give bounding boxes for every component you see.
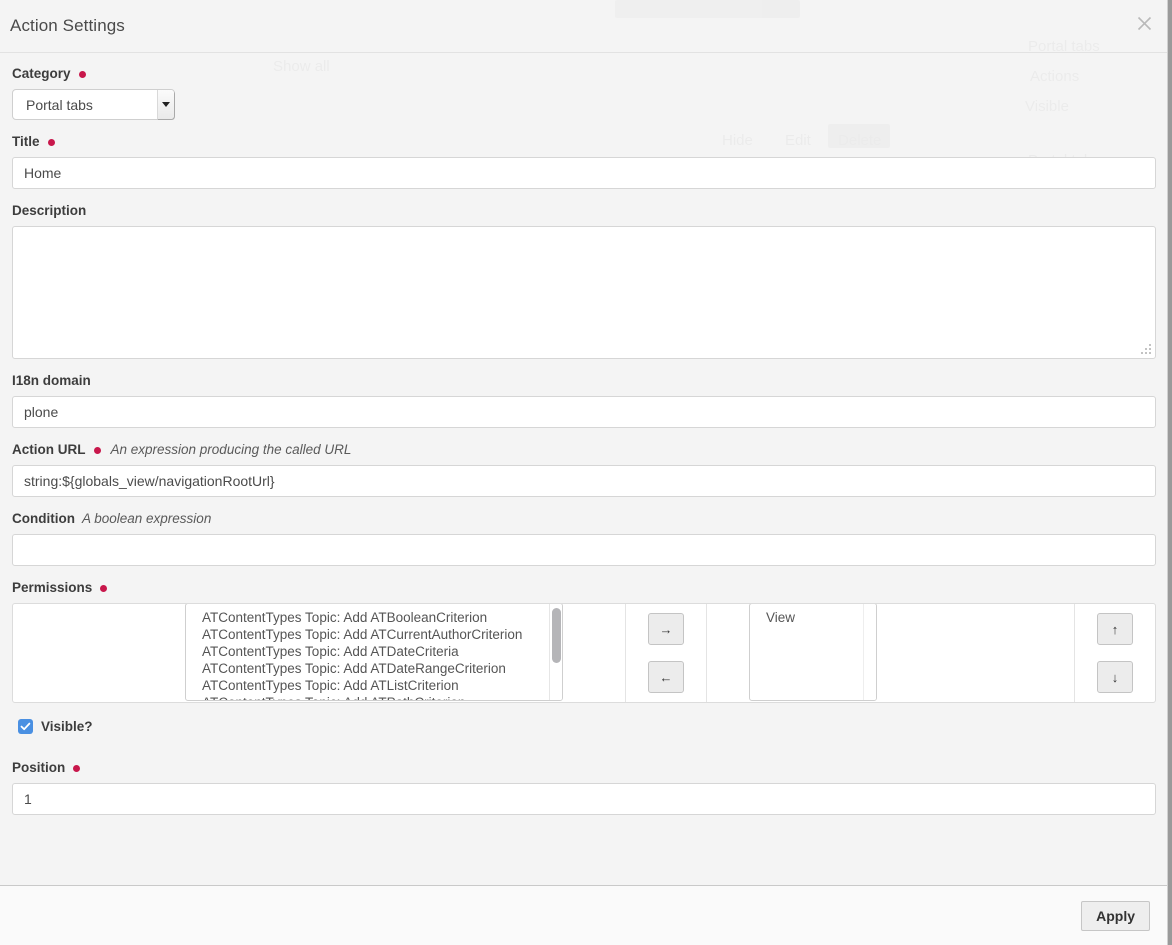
field-i18n-domain: I18n domain: [12, 373, 1156, 428]
list-item[interactable]: View: [750, 609, 876, 626]
required-dot-icon: [48, 139, 55, 146]
permissions-move-down-button[interactable]: ↓: [1097, 661, 1133, 693]
permissions-available-scrollbar[interactable]: [549, 604, 562, 700]
condition-label-row: Condition A boolean expression: [12, 511, 1156, 527]
permissions-available-options: ATContentTypes Topic: Add ATBooleanCrite…: [186, 604, 562, 701]
title-label: Title: [12, 134, 40, 150]
title-input[interactable]: [12, 157, 1156, 189]
required-dot-icon: [73, 765, 80, 772]
action-url-label: Action URL: [12, 442, 86, 458]
field-category: Category Portal tabs: [12, 66, 1156, 120]
list-item[interactable]: ATContentTypes Topic: Add ATDateRangeCri…: [186, 660, 562, 677]
field-permissions: Permissions ATContentTypes Topic: Add AT…: [12, 580, 1156, 703]
condition-hint: A boolean expression: [82, 511, 211, 527]
chevron-down-icon[interactable]: [157, 90, 174, 119]
required-dot-icon: [94, 447, 101, 454]
dialog-title: Action Settings: [10, 16, 125, 36]
permissions-transfer-buttons: → ←: [626, 604, 706, 702]
list-item[interactable]: ATContentTypes Topic: Add ATCurrentAutho…: [186, 626, 562, 643]
action-url-input[interactable]: [12, 465, 1156, 497]
visible-label: Visible?: [41, 719, 93, 734]
visible-checkbox[interactable]: [18, 719, 33, 734]
title-label-row: Title: [12, 134, 1156, 150]
field-position: Position: [12, 760, 1156, 815]
description-label-row: Description: [12, 203, 1156, 219]
category-select-value[interactable]: Portal tabs: [12, 89, 175, 120]
position-input[interactable]: [12, 783, 1156, 815]
field-title: Title: [12, 134, 1156, 189]
dialog-footer: Apply: [0, 885, 1168, 945]
field-visible[interactable]: Visible?: [18, 719, 1156, 734]
i18n-domain-label: I18n domain: [12, 373, 91, 389]
check-icon: [20, 721, 31, 732]
list-item[interactable]: ATContentTypes Topic: Add ATBooleanCrite…: [186, 609, 562, 626]
category-label-row: Category: [12, 66, 1156, 82]
position-label: Position: [12, 760, 65, 776]
scrollbar-thumb[interactable]: [552, 608, 561, 663]
permissions-available-listbox[interactable]: ATContentTypes Topic: Add ATBooleanCrite…: [185, 603, 563, 701]
permissions-selected-listbox[interactable]: View: [749, 603, 877, 701]
position-label-row: Position: [12, 760, 1156, 776]
permissions-label: Permissions: [12, 580, 92, 596]
condition-label: Condition: [12, 511, 75, 527]
action-url-label-row: Action URL An expression producing the c…: [12, 442, 1156, 458]
action-settings-dialog: Action Settings Category Portal tabs Tit…: [0, 0, 1168, 945]
i18n-domain-input[interactable]: [12, 396, 1156, 428]
field-action-url: Action URL An expression producing the c…: [12, 442, 1156, 497]
action-url-hint: An expression producing the called URL: [111, 442, 352, 458]
permissions-transfer-widget: ATContentTypes Topic: Add ATBooleanCrite…: [12, 603, 1156, 703]
permissions-selected-options: View: [750, 604, 876, 626]
i18n-domain-label-row: I18n domain: [12, 373, 1156, 389]
description-textarea[interactable]: [12, 226, 1156, 359]
page-scrollbar[interactable]: [1168, 0, 1172, 945]
permissions-move-up-button[interactable]: ↑: [1097, 613, 1133, 645]
close-icon[interactable]: [1132, 11, 1156, 35]
permissions-selected-scrollbar[interactable]: [863, 604, 876, 700]
required-dot-icon: [100, 585, 107, 592]
field-condition: Condition A boolean expression: [12, 511, 1156, 566]
required-dot-icon: [79, 71, 86, 78]
description-label: Description: [12, 203, 86, 219]
field-description: Description: [12, 203, 1156, 359]
permissions-remove-button[interactable]: ←: [648, 661, 684, 693]
permissions-add-button[interactable]: →: [648, 613, 684, 645]
permissions-gap-3: [877, 604, 1074, 702]
dialog-body: Category Portal tabs Title Description: [0, 53, 1168, 885]
dialog-header: Action Settings: [0, 0, 1168, 53]
category-label: Category: [12, 66, 71, 82]
permissions-gap-2: [707, 604, 749, 702]
list-item[interactable]: ATContentTypes Topic: Add ATPathCriterio…: [186, 694, 562, 701]
permissions-label-row: Permissions: [12, 580, 1156, 596]
permissions-gap-1: [563, 604, 625, 702]
list-item[interactable]: ATContentTypes Topic: Add ATDateCriteria: [186, 643, 562, 660]
list-item[interactable]: ATContentTypes Topic: Add ATListCriterio…: [186, 677, 562, 694]
permissions-left-spacer: [13, 604, 185, 702]
category-select[interactable]: Portal tabs: [12, 89, 175, 120]
condition-input[interactable]: [12, 534, 1156, 566]
description-textarea-wrapper: [12, 226, 1156, 359]
apply-button[interactable]: Apply: [1081, 901, 1150, 931]
permissions-reorder-buttons: ↑ ↓: [1075, 604, 1155, 702]
